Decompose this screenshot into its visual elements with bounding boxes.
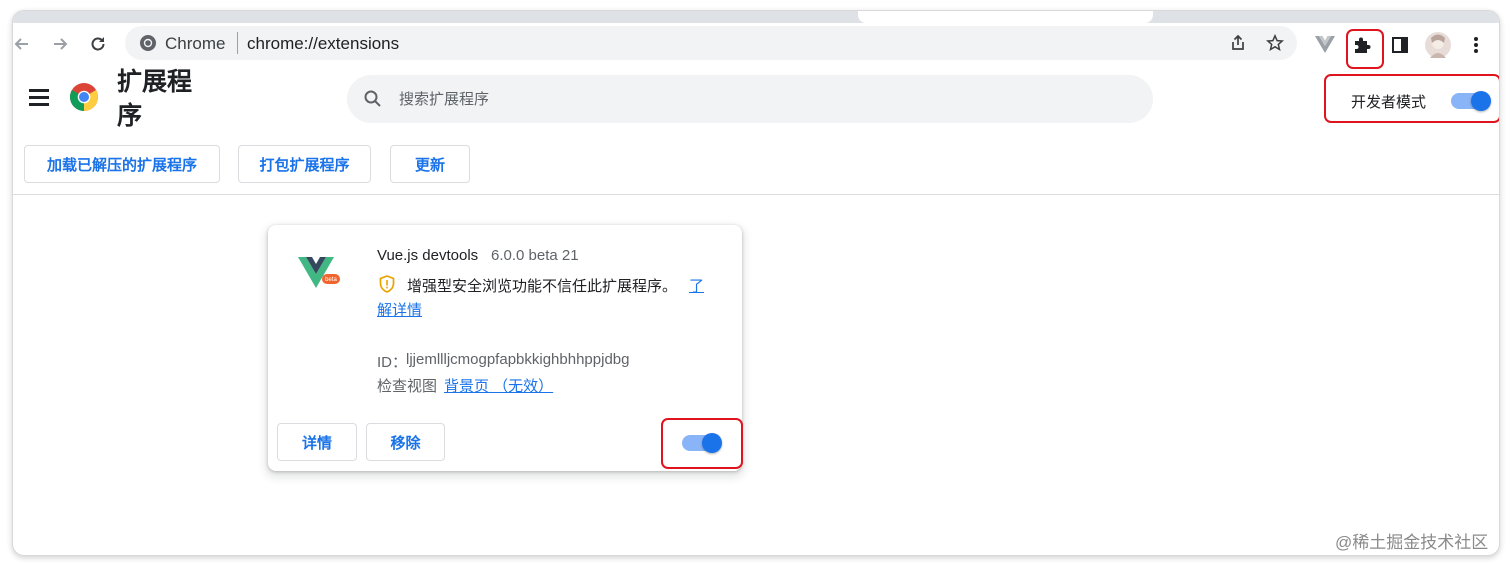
tab-strip <box>13 11 1499 23</box>
id-value: ljjemllljcmogpfapbkkighbhhppjdbg <box>406 351 630 368</box>
learn-more-link[interactable]: 解详情 <box>377 299 422 320</box>
chrome-logo <box>70 83 98 111</box>
warning-text: 增强型安全浏览功能不信任此扩展程序。 <box>407 278 678 295</box>
bookmark-button[interactable] <box>1264 32 1286 54</box>
address-bar[interactable]: Chrome chrome://extensions <box>125 26 1297 60</box>
extensions-header: 扩展程序 开发者模式 <box>13 65 1499 139</box>
page-title: 扩展程序 <box>117 68 193 130</box>
arrow-right-icon <box>54 38 68 50</box>
search-icon <box>364 90 381 107</box>
reload-icon <box>91 37 105 51</box>
remove-button[interactable]: 移除 <box>366 423 445 461</box>
avatar <box>1425 32 1451 58</box>
update-button[interactable]: 更新 <box>390 145 470 183</box>
vue-extension-icon <box>1315 36 1335 53</box>
details-button[interactable]: 详情 <box>277 423 357 461</box>
inspect-views-label: 检查视图 <box>377 378 438 395</box>
menu-button[interactable] <box>1462 31 1490 59</box>
url-text[interactable]: chrome://extensions <box>247 34 399 54</box>
side-panel-icon <box>1392 37 1408 53</box>
active-tab[interactable] <box>858 11 1153 23</box>
star-icon <box>1266 34 1284 52</box>
vue-logo-icon: beta <box>298 257 340 288</box>
arrow-left-icon <box>14 38 28 50</box>
browser-window: Chrome chrome://extensions 扩展程序 搜索扩展程序 开… <box>12 10 1500 556</box>
share-icon <box>1232 34 1244 50</box>
watermark: @稀土掘金技术社区 <box>1335 533 1489 552</box>
svg-text:beta: beta <box>325 277 337 283</box>
back-button[interactable] <box>13 29 37 59</box>
search-box[interactable] <box>347 75 1153 123</box>
extension-version: 6.0.0 beta 21 <box>491 247 579 264</box>
background-page-link[interactable]: 背景页 （无效） <box>444 375 553 396</box>
action-toolbar: 加载已解压的扩展程序 打包扩展程序 更新 <box>13 139 1499 195</box>
extension-name: Vue.js devtools <box>377 247 479 264</box>
side-panel-button[interactable] <box>1386 31 1414 59</box>
shield-warning-icon <box>379 275 395 293</box>
share-button[interactable] <box>1227 32 1249 54</box>
highlight-box <box>1324 74 1499 123</box>
load-unpacked-button[interactable]: 加载已解压的扩展程序 <box>24 145 220 183</box>
id-label: ID： <box>377 354 408 371</box>
more-vert-icon <box>1474 37 1478 53</box>
pack-extension-button[interactable]: 打包扩展程序 <box>238 145 371 183</box>
site-name: Chrome <box>165 34 226 53</box>
extension-card: beta Vue.js devtools 6.0.0 beta 21 增强型安全… <box>268 225 743 471</box>
chrome-icon <box>140 35 156 51</box>
highlight-box <box>661 418 743 469</box>
hamburger-menu-icon[interactable] <box>29 89 49 106</box>
reload-button[interactable] <box>83 29 113 59</box>
highlight-box <box>1346 29 1384 69</box>
vue-extension-button[interactable] <box>1311 31 1339 59</box>
forward-button[interactable] <box>45 29 75 59</box>
search-input[interactable] <box>399 75 1099 123</box>
profile-button[interactable] <box>1424 31 1452 59</box>
divider <box>237 32 238 54</box>
learn-more-link[interactable]: 了 <box>689 275 704 296</box>
browser-toolbar: Chrome chrome://extensions <box>13 23 1499 69</box>
